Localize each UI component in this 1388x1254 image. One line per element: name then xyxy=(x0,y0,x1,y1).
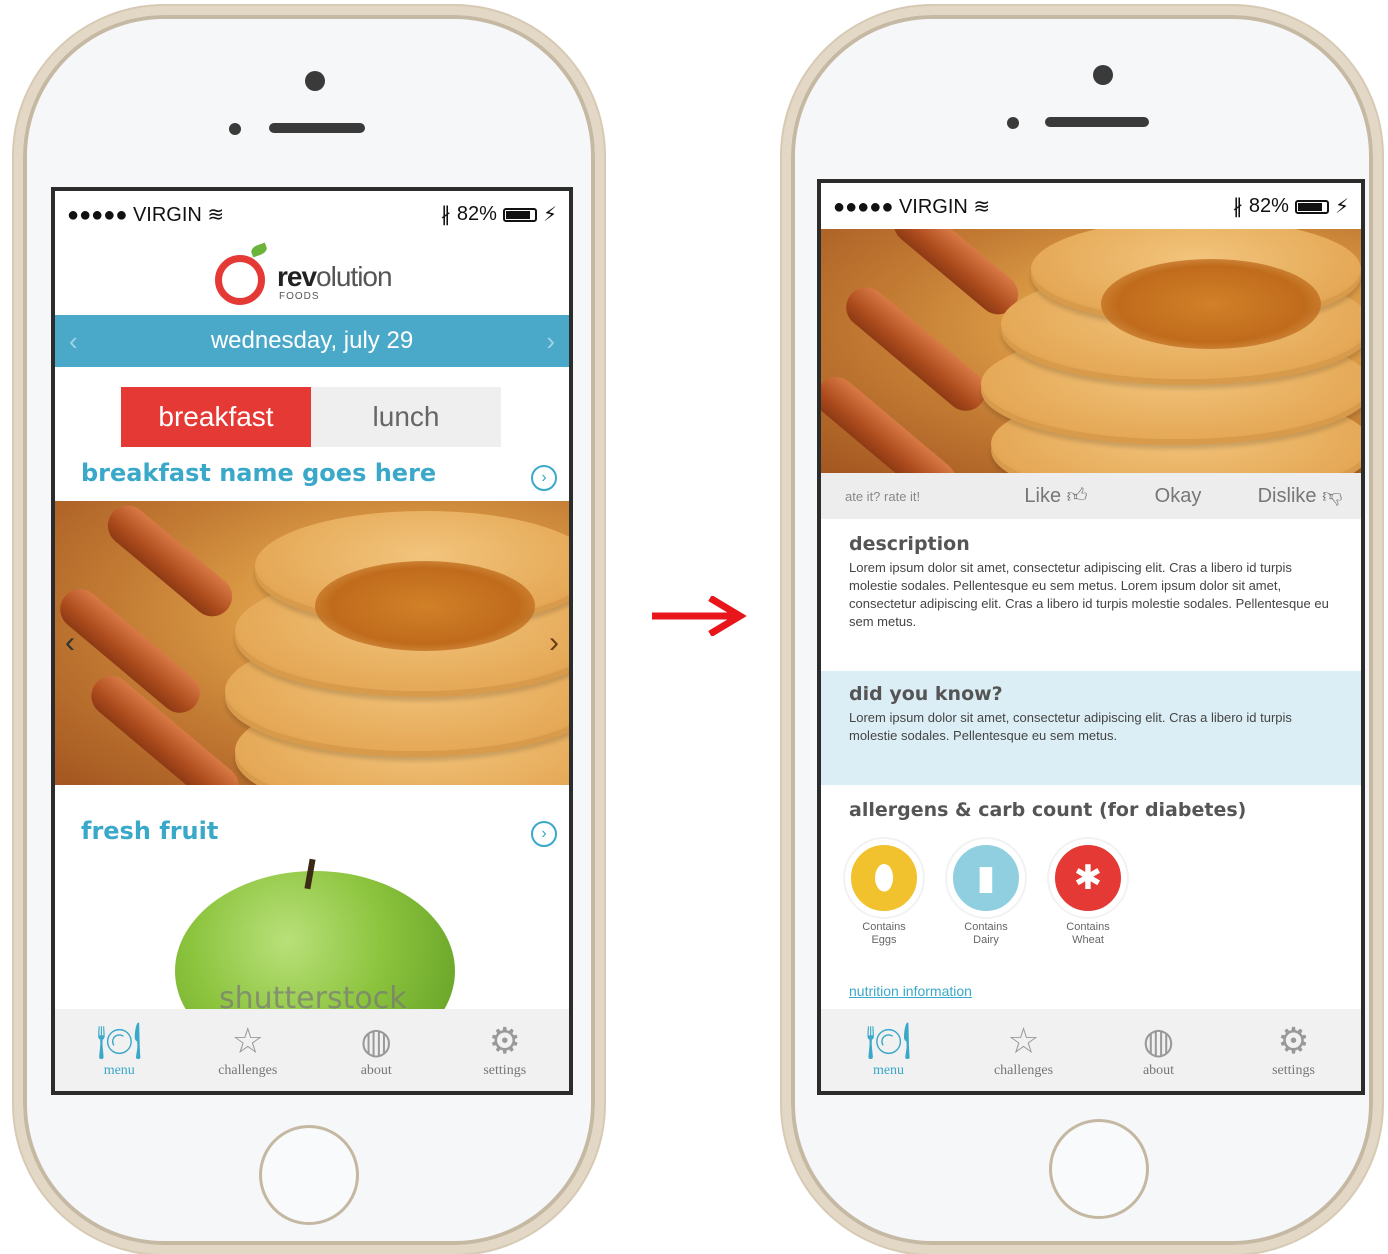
star-icon: ☆ xyxy=(1007,1020,1040,1061)
carrier-label: ●●●●● VIRGIN ≋ xyxy=(833,196,991,218)
wifi-icon: ≋ xyxy=(973,196,991,218)
fruit-item-title[interactable]: fresh fruit xyxy=(81,817,218,845)
home-button[interactable] xyxy=(259,1125,359,1225)
battery-icon xyxy=(502,207,537,222)
allergens-title: allergens & carb count (for diabetes) xyxy=(849,799,1247,821)
bluetooth-icon: ∦ xyxy=(440,204,451,226)
allergen-dairy: ▮ Contains Dairy xyxy=(945,839,1027,947)
egg-icon: ⬮ xyxy=(845,839,923,917)
utensils-icon: 🍽 xyxy=(865,1020,912,1061)
breakfast-item-title[interactable]: breakfast name goes here xyxy=(81,459,436,487)
proximity-sensor xyxy=(1007,117,1019,129)
transition-arrow-icon xyxy=(652,596,747,636)
globe-icon: ◍ xyxy=(360,1020,392,1061)
breakfast-hero-photo xyxy=(821,229,1361,473)
did-you-know-text: Lorem ipsum dolor sit amet, consectetur … xyxy=(849,710,1292,743)
next-day-icon[interactable]: › xyxy=(546,315,555,367)
allergen-eggs: ⬮ Contains Eggs xyxy=(843,839,925,947)
brand-logo: revolution FOODS xyxy=(55,241,569,315)
prev-image-icon[interactable]: ‹ xyxy=(65,626,75,660)
battery-percent: 82% xyxy=(1248,195,1289,217)
meal-tabs: breakfast lunch xyxy=(121,387,501,447)
globe-icon: ◍ xyxy=(1142,1020,1175,1061)
allergen-list: ⬮ Contains Eggs ▮ Contains Dairy ✱ Contain… xyxy=(843,839,1129,947)
tab-challenges[interactable]: ☆ challenges xyxy=(203,1021,293,1079)
proximity-sensor xyxy=(229,123,241,135)
like-button[interactable]: Like 👍︎ xyxy=(995,484,1117,508)
earpiece-speaker xyxy=(269,123,365,133)
bottom-tab-bar: 🍽 menu ☆ challenges ◍ about ⚙ settings xyxy=(821,1009,1361,1091)
description-title: description xyxy=(849,533,970,555)
nutrition-info-link[interactable]: nutrition information xyxy=(849,983,972,999)
chevron-right-circle-icon[interactable]: › xyxy=(531,465,557,491)
screen-detail: ●●●●● VIRGIN ≋ ∦ 82% ⚡ ate it? rate it! … xyxy=(817,179,1365,1095)
charging-icon: ⚡ xyxy=(542,204,557,226)
earpiece-speaker xyxy=(1045,117,1149,127)
next-image-icon[interactable]: › xyxy=(549,626,559,660)
battery-percent: 82% xyxy=(456,203,497,225)
tab-menu[interactable]: 🍽 menu xyxy=(74,1021,164,1079)
battery-icon xyxy=(1294,199,1329,214)
tab-menu[interactable]: 🍽 menu xyxy=(844,1021,934,1079)
phone-frame-right: ●●●●● VIRGIN ≋ ∦ 82% ⚡ ate it? rate it! … xyxy=(782,6,1382,1254)
rating-hint: ate it? rate it! xyxy=(845,488,921,504)
screen-menu: ●●●●● VIRGIN ≋ ∦ 82% ⚡ revolution FOODS … xyxy=(51,187,573,1095)
wifi-icon: ≋ xyxy=(207,204,225,226)
tab-settings[interactable]: ⚙ settings xyxy=(460,1021,550,1079)
tab-lunch[interactable]: lunch xyxy=(311,387,501,447)
fruit-photo[interactable]: shutterstock xyxy=(55,851,569,1017)
tab-settings[interactable]: ⚙ settings xyxy=(1249,1021,1339,1079)
tab-challenges[interactable]: ☆ challenges xyxy=(979,1021,1069,1079)
bottom-tab-bar: 🍽 menu ☆ challenges ◍ about ⚙ settings xyxy=(55,1009,569,1091)
milk-bottle-icon: ▮ xyxy=(947,839,1025,917)
did-you-know-panel: did you know? Lorem ipsum dolor sit amet… xyxy=(821,671,1361,785)
description-panel: description Lorem ipsum dolor sit amet, … xyxy=(821,533,1361,671)
allergens-panel: allergens & carb count (for diabetes) xyxy=(821,799,1361,821)
utensils-icon: 🍽 xyxy=(96,1020,143,1061)
thumbs-down-icon: 👎︎ xyxy=(1322,485,1343,507)
front-camera xyxy=(305,71,325,91)
tab-breakfast[interactable]: breakfast xyxy=(121,387,311,447)
tab-about[interactable]: ◍ about xyxy=(1114,1021,1204,1079)
wheat-icon: ✱ xyxy=(1049,839,1127,917)
tab-about[interactable]: ◍ about xyxy=(331,1021,421,1079)
gear-icon: ⚙ xyxy=(1277,1020,1310,1061)
prev-day-icon[interactable]: ‹ xyxy=(69,315,78,367)
allergen-wheat: ✱ Contains Wheat xyxy=(1047,839,1129,947)
chevron-right-circle-icon[interactable]: › xyxy=(531,821,557,847)
charging-icon: ⚡ xyxy=(1334,196,1349,218)
status-bar: ●●●●● VIRGIN ≋ ∦ 82% ⚡ xyxy=(821,183,1361,227)
thumbs-up-icon: 👍︎ xyxy=(1066,485,1088,507)
okay-button[interactable]: Okay xyxy=(1117,485,1239,508)
front-camera xyxy=(1093,65,1113,85)
breakfast-photo[interactable]: ‹ › xyxy=(55,501,569,785)
home-button[interactable] xyxy=(1049,1119,1149,1219)
bluetooth-icon: ∦ xyxy=(1232,196,1243,218)
description-text: Lorem ipsum dolor sit amet, consectetur … xyxy=(849,560,1329,629)
carrier-label: ●●●●● VIRGIN ≋ xyxy=(67,204,225,226)
star-icon: ☆ xyxy=(231,1020,264,1061)
rating-bar: ate it? rate it! Like 👍︎ Okay Dislike 👎︎ xyxy=(821,473,1361,519)
did-you-know-title: did you know? xyxy=(849,683,1003,705)
date-label: wednesday, july 29 xyxy=(210,327,414,354)
status-bar: ●●●●● VIRGIN ≋ ∦ 82% ⚡ xyxy=(55,191,569,235)
phone-frame-left: ●●●●● VIRGIN ≋ ∦ 82% ⚡ revolution FOODS … xyxy=(14,6,604,1254)
dislike-button[interactable]: Dislike 👎︎ xyxy=(1239,484,1361,508)
gear-icon: ⚙ xyxy=(488,1020,521,1061)
date-bar: ‹ wednesday, july 29 › xyxy=(55,315,569,367)
